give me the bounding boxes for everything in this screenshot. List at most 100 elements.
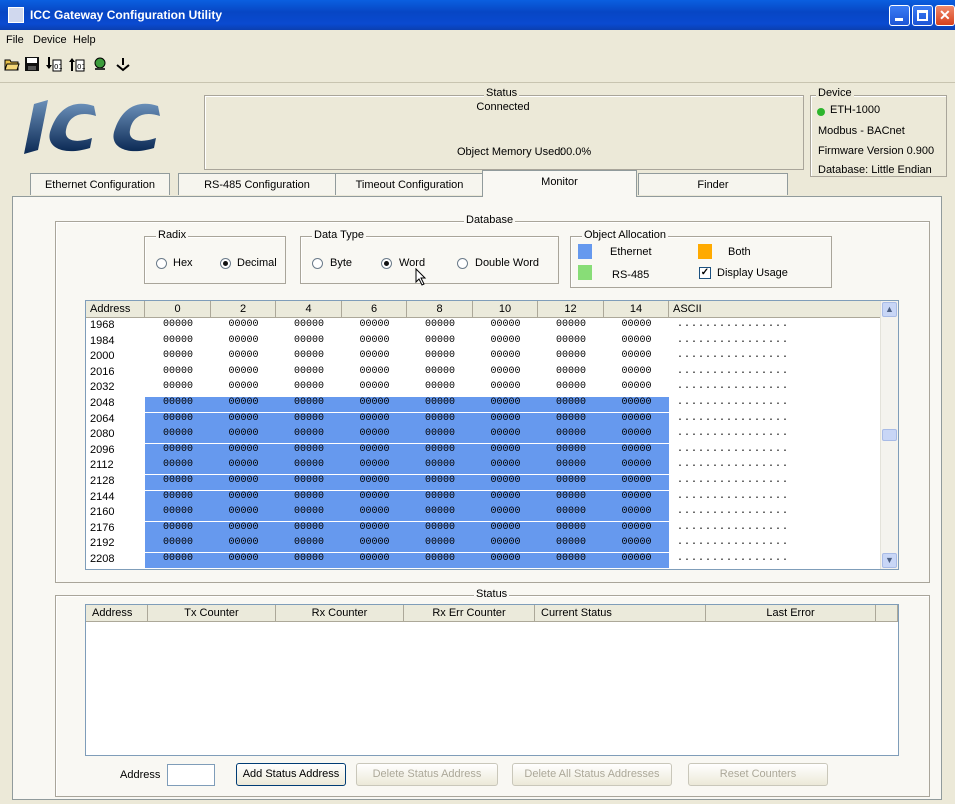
grid-cell[interactable]: 00000 [538, 381, 604, 396]
scroll-down-icon[interactable]: ▼ [882, 553, 897, 568]
grid-cell[interactable]: 00000 [407, 490, 473, 506]
grid-cell[interactable]: 00000 [276, 366, 342, 381]
grid-cell[interactable]: 00000 [538, 443, 604, 459]
grid-cell[interactable]: 00000 [604, 366, 669, 381]
grid-cell[interactable]: 00000 [407, 428, 473, 444]
grid-cell[interactable]: 00000 [407, 335, 473, 350]
grid-cell[interactable]: 00000 [276, 475, 342, 490]
grid-cell[interactable]: 00000 [211, 475, 276, 490]
grid-cell[interactable]: 00000 [604, 350, 669, 365]
grid-cell[interactable]: 00000 [211, 490, 276, 506]
grid-cell[interactable]: 00000 [342, 412, 407, 428]
grid-cell[interactable]: 00000 [538, 350, 604, 365]
grid-cell[interactable]: 00000 [604, 490, 669, 506]
delete-status-address-button[interactable]: Delete Status Address [356, 763, 498, 786]
grid-cell[interactable]: 00000 [407, 475, 473, 490]
grid-cell[interactable]: 00000 [473, 397, 538, 412]
grid-cell[interactable]: 00000 [145, 350, 211, 365]
grid-cell[interactable]: 00000 [473, 475, 538, 490]
grid-cell[interactable]: 00000 [538, 553, 604, 568]
grid-cell[interactable]: 00000 [211, 335, 276, 350]
tab-timeout-configuration[interactable]: Timeout Configuration [335, 173, 484, 195]
grid-cell[interactable]: 00000 [211, 553, 276, 568]
grid-cell[interactable]: 00000 [473, 412, 538, 428]
connect-icon[interactable] [92, 56, 108, 72]
status-address-input[interactable] [167, 764, 215, 786]
tab-ethernet-configuration[interactable]: Ethernet Configuration [30, 173, 170, 195]
status-table[interactable]: Address Tx Counter Rx Counter Rx Err Counte… [85, 604, 899, 756]
grid-cell[interactable]: 00000 [473, 381, 538, 396]
upload-to-device-icon[interactable]: 01 [69, 56, 86, 72]
grid-cell[interactable]: 00000 [211, 521, 276, 537]
grid-cell[interactable]: 00000 [342, 553, 407, 568]
grid-cell[interactable]: 00000 [407, 397, 473, 412]
grid-cell[interactable]: 00000 [276, 350, 342, 365]
grid-cell[interactable]: 00000 [473, 428, 538, 444]
grid-cell[interactable]: 00000 [604, 459, 669, 475]
grid-cell[interactable]: 00000 [276, 428, 342, 444]
grid-cell[interactable]: 00000 [538, 335, 604, 350]
reset-counters-button[interactable]: Reset Counters [688, 763, 828, 786]
grid-cell[interactable]: 00000 [211, 428, 276, 444]
grid-cell[interactable]: 00000 [604, 553, 669, 568]
grid-cell[interactable]: 00000 [145, 459, 211, 475]
grid-cell[interactable]: 00000 [145, 319, 211, 334]
grid-cell[interactable]: 00000 [211, 459, 276, 475]
grid-cell[interactable]: 00000 [407, 521, 473, 537]
grid-cell[interactable]: 00000 [473, 553, 538, 568]
grid-cell[interactable]: 00000 [407, 350, 473, 365]
grid-cell[interactable]: 00000 [604, 397, 669, 412]
grid-cell[interactable]: 00000 [342, 397, 407, 412]
data-type-word-radio[interactable] [381, 258, 392, 269]
title-bar[interactable]: ICC Gateway Configuration Utility ✕ [0, 0, 955, 30]
grid-cell[interactable]: 00000 [407, 537, 473, 553]
grid-cell[interactable]: 00000 [145, 428, 211, 444]
grid-cell[interactable]: 00000 [276, 506, 342, 522]
grid-cell[interactable]: 00000 [407, 553, 473, 568]
grid-cell[interactable]: 00000 [276, 397, 342, 412]
grid-cell[interactable]: 00000 [473, 319, 538, 334]
grid-cell[interactable]: 00000 [407, 459, 473, 475]
grid-cell[interactable]: 00000 [473, 459, 538, 475]
grid-cell[interactable]: 00000 [211, 537, 276, 553]
grid-cell[interactable]: 00000 [538, 412, 604, 428]
disconnect-icon[interactable] [115, 56, 131, 72]
grid-cell[interactable]: 00000 [473, 506, 538, 522]
tab-monitor[interactable]: Monitor [482, 170, 637, 197]
grid-cell[interactable]: 00000 [276, 381, 342, 396]
save-icon[interactable] [24, 56, 40, 72]
grid-cell[interactable]: 00000 [538, 397, 604, 412]
grid-cell[interactable]: 00000 [473, 350, 538, 365]
grid-cell[interactable]: 00000 [211, 397, 276, 412]
grid-cell[interactable]: 00000 [276, 443, 342, 459]
grid-cell[interactable]: 00000 [342, 350, 407, 365]
grid-cell[interactable]: 00000 [276, 490, 342, 506]
grid-cell[interactable]: 00000 [538, 490, 604, 506]
grid-cell[interactable]: 00000 [407, 506, 473, 522]
grid-cell[interactable]: 00000 [538, 366, 604, 381]
scroll-up-icon[interactable]: ▲ [882, 302, 897, 317]
grid-cell[interactable]: 00000 [145, 553, 211, 568]
grid-cell[interactable]: 00000 [538, 506, 604, 522]
grid-cell[interactable]: 00000 [145, 506, 211, 522]
grid-cell[interactable]: 00000 [538, 319, 604, 334]
grid-cell[interactable]: 00000 [211, 412, 276, 428]
grid-cell[interactable]: 00000 [407, 381, 473, 396]
grid-cell[interactable]: 00000 [342, 443, 407, 459]
grid-cell[interactable]: 00000 [145, 412, 211, 428]
tab-finder[interactable]: Finder [638, 173, 788, 195]
grid-cell[interactable]: 00000 [145, 521, 211, 537]
menu-device[interactable]: Device [33, 34, 67, 46]
grid-cell[interactable]: 00000 [604, 319, 669, 334]
database-grid[interactable]: Address 0 2 4 6 8 10 12 14 ASCII 1968 00000 00000 00… [85, 300, 899, 570]
grid-cell[interactable]: 00000 [604, 537, 669, 553]
grid-cell[interactable]: 00000 [604, 381, 669, 396]
grid-cell[interactable]: 00000 [407, 443, 473, 459]
grid-cell[interactable]: 00000 [276, 412, 342, 428]
grid-cell[interactable]: 00000 [342, 459, 407, 475]
radix-decimal-radio[interactable] [220, 258, 231, 269]
grid-cell[interactable]: 00000 [342, 537, 407, 553]
grid-cell[interactable]: 00000 [407, 366, 473, 381]
data-type-double-word-radio[interactable] [457, 258, 468, 269]
menu-file[interactable]: File [6, 34, 24, 46]
